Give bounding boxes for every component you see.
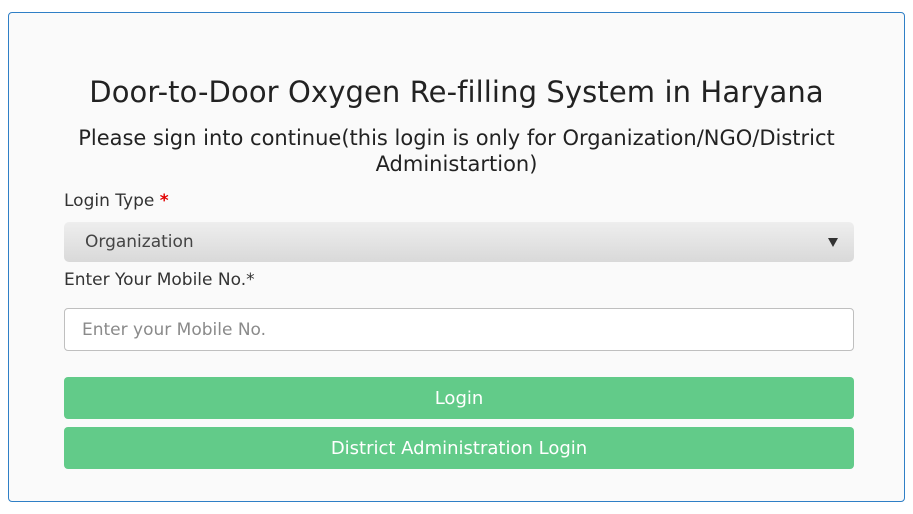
- login-type-label: Login Type *: [64, 191, 169, 211]
- login-type-select[interactable]: Organization: [64, 222, 854, 262]
- login-type-label-text: Login Type: [64, 191, 155, 211]
- login-card: Door-to-Door Oxygen Re-filling System in…: [8, 12, 905, 502]
- caret-down-icon: [828, 238, 838, 247]
- page-title: Door-to-Door Oxygen Re-filling System in…: [89, 75, 824, 109]
- mobile-input[interactable]: [64, 308, 854, 351]
- required-asterisk: *: [159, 191, 169, 211]
- mobile-label: Enter Your Mobile No.*: [64, 270, 255, 290]
- login-button[interactable]: Login: [64, 377, 854, 419]
- page-subtitle: Please sign into continue(this login is …: [78, 126, 835, 176]
- login-type-selected-value: Organization: [85, 232, 194, 252]
- district-admin-login-button[interactable]: District Administration Login: [64, 427, 854, 469]
